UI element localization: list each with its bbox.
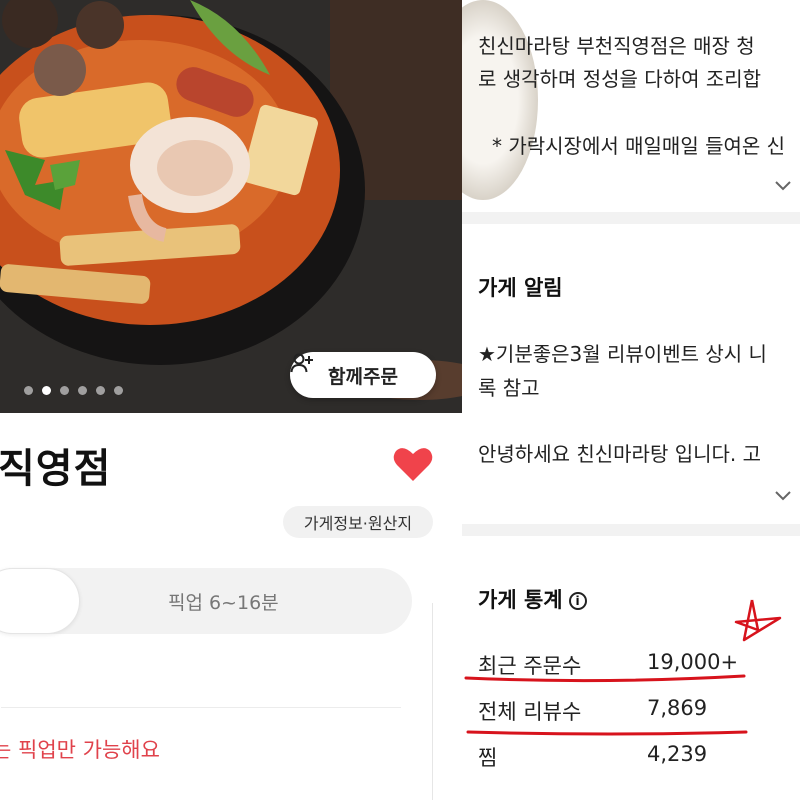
carousel-dot[interactable]	[114, 386, 123, 395]
red-underline	[466, 730, 748, 736]
stats-title: 가게 통계 i	[478, 584, 587, 614]
notice-line-3: 안녕하세요 친신마라탕 입니다. 고	[478, 442, 762, 466]
carousel-dot[interactable]	[78, 386, 87, 395]
pickup-tab-label: 픽업	[168, 592, 203, 614]
stat-label-total-reviews: 전체 리뷰수	[478, 700, 582, 724]
favorite-heart-icon[interactable]	[393, 446, 433, 482]
store-intro-line-3: * 가락시장에서 매일매일 들여온 신	[492, 134, 786, 158]
store-intro-line-2: 로 생각하며 정성을 다하여 조리합	[478, 67, 762, 91]
expand-chevron-icon[interactable]	[774, 180, 792, 192]
add-person-icon	[290, 353, 313, 373]
carousel-dot[interactable]	[24, 386, 33, 395]
store-intro-line-1: 친신마라탕 부천직영점은 매장 청	[478, 34, 755, 58]
store-info-origin-button[interactable]: 가게정보·원산지	[283, 506, 433, 538]
stats-title-text: 가게 통계	[478, 588, 563, 612]
carousel-indicator	[24, 386, 123, 395]
carousel-dot[interactable]	[60, 386, 69, 395]
section-divider	[462, 524, 800, 536]
order-type-toggle: 픽업 6~16분	[0, 568, 412, 634]
info-icon[interactable]: i	[568, 592, 587, 610]
stat-label-favorites: 찜	[478, 746, 498, 770]
notice-line-1: ★기분좋은3월 리뷰이벤트 상시 니	[478, 342, 767, 366]
notice-line-2: 록 참고	[478, 376, 540, 400]
stat-label-recent-orders: 최근 주문수	[478, 654, 582, 678]
stat-value-favorites: 4,239	[647, 742, 708, 766]
section-divider	[462, 212, 800, 224]
stat-value-recent-orders: 19,000+	[647, 650, 739, 674]
pickup-only-notice: 는 픽업만 가능해요	[0, 738, 160, 762]
stat-value-total-reviews: 7,869	[647, 696, 708, 720]
carousel-dot[interactable]	[42, 386, 51, 395]
hero-image-carousel[interactable]: 함께주문	[0, 0, 462, 413]
pickup-tab-time: 6~16분	[208, 592, 279, 614]
card-divider	[1, 707, 401, 708]
store-detail-panel: 친신마라탕 부천직영점은 매장 청 로 생각하며 정성을 다하여 조리합 * 가…	[462, 0, 800, 800]
expand-chevron-icon[interactable]	[774, 490, 792, 502]
red-star-doodle	[734, 599, 782, 642]
store-main-panel: 함께주문 직영점 가게정보·원산지 픽업 6~16분 는 픽업만 가능해요	[0, 0, 462, 800]
group-order-label: 함께주문	[328, 365, 398, 388]
tab-pickup[interactable]: 픽업 6~16분	[168, 588, 279, 615]
notice-title: 가게 알림	[478, 276, 563, 300]
tab-delivery[interactable]	[0, 568, 80, 634]
carousel-dot[interactable]	[96, 386, 105, 395]
store-title: 직영점	[0, 446, 112, 492]
group-order-button[interactable]: 함께주문	[290, 352, 436, 398]
